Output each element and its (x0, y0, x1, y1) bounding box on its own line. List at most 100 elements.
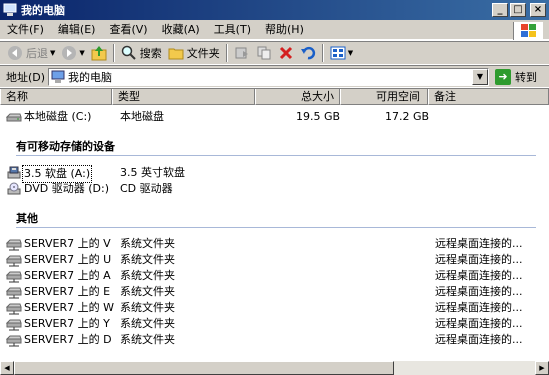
folders-button[interactable]: 文件夹 (165, 43, 223, 63)
go-button[interactable]: ➜ 转到 (495, 68, 537, 85)
folder-icon (168, 48, 184, 60)
header-name[interactable]: 名称 (0, 89, 112, 105)
item-type: 系统文件夹 (120, 253, 175, 266)
back-arrow-icon (8, 46, 22, 60)
file-list: 本地磁盘 (C:) 本地磁盘 19.5 GB 17.2 GB 有可移动存储的设备… (0, 105, 549, 361)
address-input[interactable]: 我的电脑 ▼ (48, 67, 489, 86)
menu-help[interactable]: 帮助(H) (258, 21, 311, 39)
item-name: SERVER7 上的 V (24, 237, 111, 250)
item-type: 系统文件夹 (120, 333, 175, 346)
hard-disk-icon (6, 113, 22, 122)
group-header-other: 其他 (16, 212, 38, 225)
forward-button[interactable]: ▼ (58, 43, 87, 63)
scroll-right-button[interactable]: ▶ (535, 361, 549, 375)
search-label: 搜索 (139, 47, 162, 60)
back-label: 后退 (26, 47, 48, 60)
maximize-button[interactable]: □ (510, 3, 526, 17)
chevron-down-icon: ▼ (50, 49, 56, 57)
up-folder-icon (91, 46, 107, 61)
undo-icon (300, 46, 315, 60)
close-button[interactable]: × (530, 3, 546, 17)
network-drive-icon (6, 239, 22, 251)
item-name: SERVER7 上的 A (24, 269, 111, 282)
network-drive-icon (6, 255, 22, 267)
go-label: 转到 (515, 70, 537, 84)
address-value: 我的电脑 (68, 70, 112, 84)
list-item-network-drive[interactable]: SERVER7 上的 E 系统文件夹 远程桌面连接的... (0, 284, 549, 300)
floppy-drive-icon (7, 166, 21, 179)
back-button[interactable]: 后退 ▼ (4, 43, 58, 63)
menu-file[interactable]: 文件(F) (0, 21, 51, 39)
header-free-space[interactable]: 可用空间 (340, 89, 428, 105)
list-item-local-disk[interactable]: 本地磁盘 (C:) 本地磁盘 19.5 GB 17.2 GB (0, 109, 549, 125)
group-header-removable: 有可移动存储的设备 (16, 140, 115, 153)
item-name: SERVER7 上的 D (24, 333, 112, 346)
network-drive-icon (6, 335, 22, 347)
minimize-button[interactable]: _ (492, 3, 508, 17)
window-title: 我的电脑 (21, 4, 65, 17)
copy-to-button[interactable] (253, 43, 275, 63)
scroll-thumb[interactable] (14, 361, 394, 375)
title-bar[interactable]: 我的电脑 _ □ × (0, 0, 549, 20)
list-item-network-drive[interactable]: SERVER7 上的 A 系统文件夹 远程桌面连接的... (0, 268, 549, 284)
menu-favorites[interactable]: 收藏(A) (155, 21, 207, 39)
list-item-floppy[interactable]: 3.5 软盘 (A:) 3.5 英寸软盘 (0, 165, 549, 183)
item-name: SERVER7 上的 E (24, 285, 111, 298)
search-button[interactable]: 搜索 (118, 43, 165, 63)
delete-icon (279, 46, 292, 60)
item-comment: 远程桌面连接的... (435, 317, 523, 330)
item-name: SERVER7 上的 W (24, 301, 114, 314)
toolbar-separator (225, 44, 228, 62)
folders-label: 文件夹 (186, 47, 220, 60)
item-free-space: 17.2 GB (385, 110, 430, 123)
list-item-network-drive[interactable]: SERVER7 上的 U 系统文件夹 远程桌面连接的... (0, 252, 549, 268)
item-comment: 远程桌面连接的... (435, 253, 523, 266)
toolbar-separator (321, 44, 324, 62)
item-name: SERVER7 上的 U (24, 253, 112, 266)
undo-button[interactable] (297, 43, 319, 63)
network-drive-icon (6, 271, 22, 283)
horizontal-scrollbar[interactable]: ◀ ▶ (0, 361, 549, 375)
column-headers: 名称 类型 总大小 可用空间 备注 (0, 88, 549, 105)
list-item-dvd[interactable]: DVD 驱动器 (D:) CD 驱动器 (0, 181, 549, 197)
network-drive-icon (6, 319, 22, 331)
list-item-network-drive[interactable]: SERVER7 上的 W 系统文件夹 远程桌面连接的... (0, 300, 549, 316)
forward-arrow-icon (62, 46, 77, 60)
windows-logo-icon (513, 22, 543, 40)
item-comment: 远程桌面连接的... (435, 301, 523, 314)
item-type: 系统文件夹 (120, 269, 175, 282)
list-item-network-drive[interactable]: SERVER7 上的 V 系统文件夹 远程桌面连接的... (0, 236, 549, 252)
chevron-down-icon: ▼ (347, 49, 354, 57)
go-arrow-icon: ➜ (495, 68, 511, 85)
chevron-down-icon: ▼ (79, 49, 85, 57)
up-folder-button[interactable] (88, 43, 110, 63)
item-type: 系统文件夹 (120, 301, 175, 314)
network-drive-icon (6, 287, 22, 299)
views-button[interactable]: ▼ (327, 43, 356, 63)
menu-tools[interactable]: 工具(T) (207, 21, 258, 39)
item-comment: 远程桌面连接的... (435, 285, 523, 298)
list-item-network-drive[interactable]: SERVER7 上的 Y 系统文件夹 远程桌面连接的... (0, 316, 549, 332)
group-divider (16, 155, 536, 156)
delete-button[interactable] (275, 43, 297, 63)
item-total-size: 19.5 GB (296, 110, 341, 123)
menu-view[interactable]: 查看(V) (102, 21, 154, 39)
item-name: 本地磁盘 (C:) (24, 110, 92, 123)
header-type[interactable]: 类型 (112, 89, 255, 105)
group-divider (16, 227, 536, 228)
item-type: 3.5 英寸软盘 (120, 166, 185, 179)
list-item-network-drive[interactable]: SERVER7 上的 D 系统文件夹 远程桌面连接的... (0, 332, 549, 348)
header-total-size[interactable]: 总大小 (255, 89, 340, 105)
move-to-icon (235, 47, 248, 59)
menu-edit[interactable]: 编辑(E) (51, 21, 103, 39)
computer-icon (3, 3, 17, 17)
header-comment[interactable]: 备注 (428, 89, 549, 105)
network-drive-icon (6, 303, 22, 315)
dvd-drive-icon (7, 182, 21, 195)
item-name: DVD 驱动器 (D:) (24, 182, 110, 195)
scroll-left-button[interactable]: ◀ (0, 361, 14, 375)
address-dropdown-button[interactable]: ▼ (472, 68, 488, 85)
toolbar: 后退 ▼ ▼ 搜索 文件夹 ▼ (0, 41, 549, 65)
item-type: CD 驱动器 (120, 182, 173, 195)
move-to-button[interactable] (231, 43, 253, 63)
